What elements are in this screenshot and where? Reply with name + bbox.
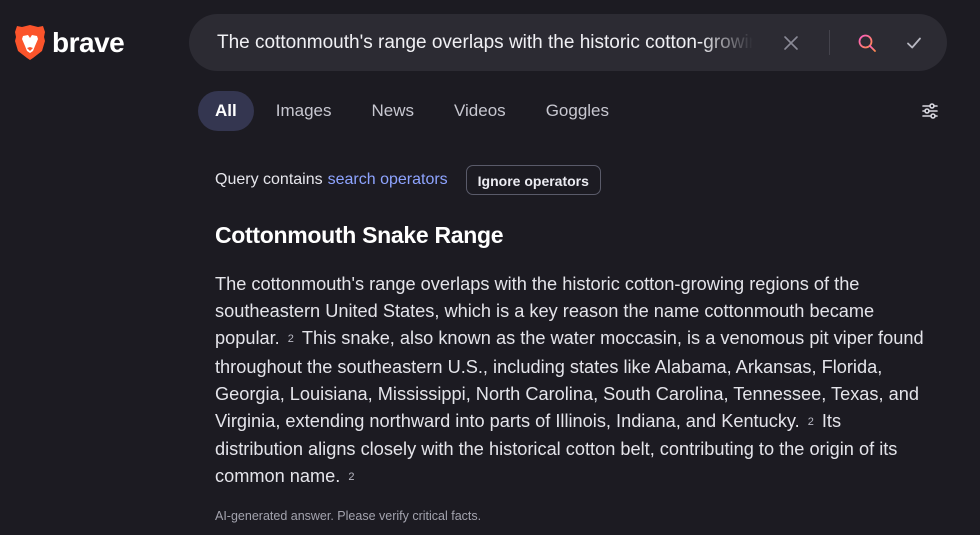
search-bar-divider	[829, 30, 830, 55]
operators-notice-text: Query contains	[215, 171, 323, 188]
search-results-page: brave The cottonmouth's range overlaps w…	[0, 0, 980, 535]
sliders-icon[interactable]	[918, 99, 942, 123]
citation-marker[interactable]: 2	[348, 464, 354, 491]
tab-videos[interactable]: Videos	[436, 91, 524, 131]
citation-marker[interactable]: 2	[808, 409, 814, 436]
close-icon[interactable]	[780, 32, 802, 54]
citation-marker[interactable]: 2	[288, 326, 294, 353]
brand-wordmark: brave	[52, 26, 125, 58]
search-icon[interactable]	[856, 32, 878, 54]
search-tabs: All Images News Videos Goggles	[198, 91, 627, 131]
brave-logo[interactable]: brave	[14, 24, 125, 61]
tab-goggles[interactable]: Goggles	[528, 91, 627, 131]
tab-all[interactable]: All	[198, 91, 254, 131]
brave-lion-icon	[14, 24, 46, 61]
tab-images[interactable]: Images	[258, 91, 350, 131]
search-operators-link[interactable]: search operators	[328, 171, 448, 189]
checkmark-icon[interactable]	[903, 32, 925, 54]
tab-news[interactable]: News	[353, 91, 432, 131]
answer-body: The cottonmouth's range overlaps with th…	[215, 271, 927, 492]
operators-notice: Query contains search operators Ignore o…	[215, 164, 601, 196]
answer-sentence: This snake, also known as the water mocc…	[215, 328, 924, 432]
search-input[interactable]: The cottonmouth's range overlaps with th…	[217, 14, 753, 71]
search-bar: The cottonmouth's range overlaps with th…	[189, 14, 947, 71]
answer-title: Cottonmouth Snake Range	[215, 222, 504, 248]
ai-disclaimer: AI-generated answer. Please verify criti…	[215, 509, 482, 523]
ignore-operators-button[interactable]: Ignore operators	[465, 165, 601, 195]
